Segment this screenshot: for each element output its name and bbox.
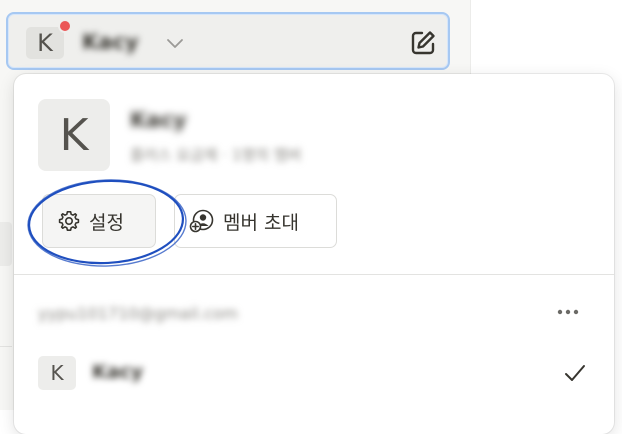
workspace-list-avatar: K: [38, 356, 76, 390]
workspace-avatar-letter: K: [37, 29, 53, 57]
menu-divider: [14, 274, 614, 275]
menu-workspace-plan: 플러스 요금제 · 1명의 멤버: [130, 146, 302, 164]
notification-dot: [58, 19, 72, 33]
more-horizontal-icon[interactable]: [554, 302, 582, 322]
workspace-list-avatar-letter: K: [50, 361, 64, 385]
workspace-list-item[interactable]: Kacy: [92, 361, 143, 383]
workspace-switcher-button[interactable]: K Kacy: [6, 12, 450, 70]
menu-workspace-name: Kacy: [130, 108, 187, 132]
invite-members-label: 멤버 초대: [223, 211, 299, 234]
sidebar-item-stub: [0, 222, 12, 266]
workspace-menu: K Kacy 플러스 요금제 · 1명의 멤버 설정 멤버 초대 yypu101…: [14, 74, 614, 434]
chevron-down-icon[interactable]: [164, 32, 186, 54]
settings-label: 설정: [89, 211, 124, 234]
menu-workspace-avatar: K: [38, 99, 110, 171]
settings-button[interactable]: 설정: [42, 194, 156, 248]
gear-icon: [58, 211, 80, 231]
menu-workspace-avatar-letter: K: [59, 109, 89, 161]
workspace-name: Kacy: [82, 30, 139, 54]
sidebar-line: [0, 346, 12, 347]
invite-members-button[interactable]: 멤버 초대: [174, 194, 337, 248]
workspace-avatar: K: [26, 27, 64, 59]
add-person-icon: [189, 209, 214, 233]
check-icon: [565, 365, 585, 381]
account-email: yypu101710@gmail.com: [38, 304, 239, 323]
compose-icon[interactable]: [408, 28, 438, 58]
